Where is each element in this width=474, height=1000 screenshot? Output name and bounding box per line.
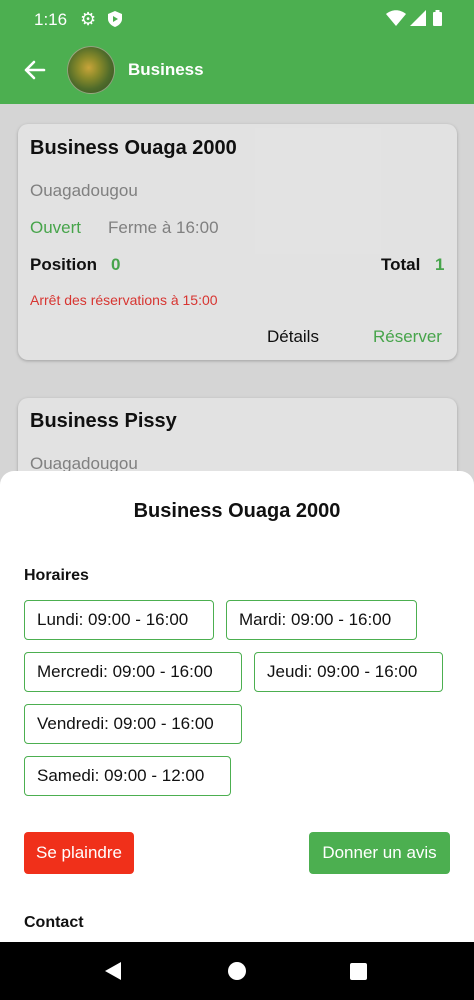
sheet-title: Business Ouaga 2000 (133, 500, 341, 522)
page-title: Business (128, 60, 204, 79)
wifi-icon (386, 10, 406, 26)
complain-button[interactable]: Se plaindre (24, 832, 134, 874)
system-nav-bar (0, 942, 474, 1000)
battery-icon (433, 10, 442, 26)
review-button[interactable]: Donner un avis (309, 832, 450, 874)
hours-chip: Jeudi: 09:00 - 16:00 (254, 652, 443, 692)
status-bar: 1:16 ⚙ (0, 0, 474, 38)
hours-chip: Mercredi: 09:00 - 16:00 (24, 652, 242, 692)
hours-chip: Vendredi: 09:00 - 16:00 (24, 704, 242, 744)
nav-back-icon[interactable] (104, 962, 122, 980)
business-details-sheet: Business Ouaga 2000 Horaires Lundi: 09:0… (0, 471, 474, 942)
hours-chip: Lundi: 09:00 - 16:00 (24, 600, 214, 640)
settings-gear-icon: ⚙ (80, 9, 97, 29)
status-time: 1:16 (34, 10, 68, 29)
nav-recents-icon[interactable] (350, 963, 367, 980)
hours-heading: Horaires (24, 567, 89, 584)
business-avatar (67, 46, 115, 94)
contact-heading: Contact (24, 914, 84, 931)
hours-chip: Mardi: 09:00 - 16:00 (226, 600, 417, 640)
nav-home-icon[interactable] (228, 962, 246, 980)
app-bar: 1:16 ⚙ Business (0, 0, 474, 104)
hours-chip: Samedi: 09:00 - 12:00 (24, 756, 231, 796)
cell-signal-icon (410, 10, 426, 26)
back-arrow-icon[interactable] (22, 57, 48, 83)
shield-play-icon (108, 11, 122, 27)
